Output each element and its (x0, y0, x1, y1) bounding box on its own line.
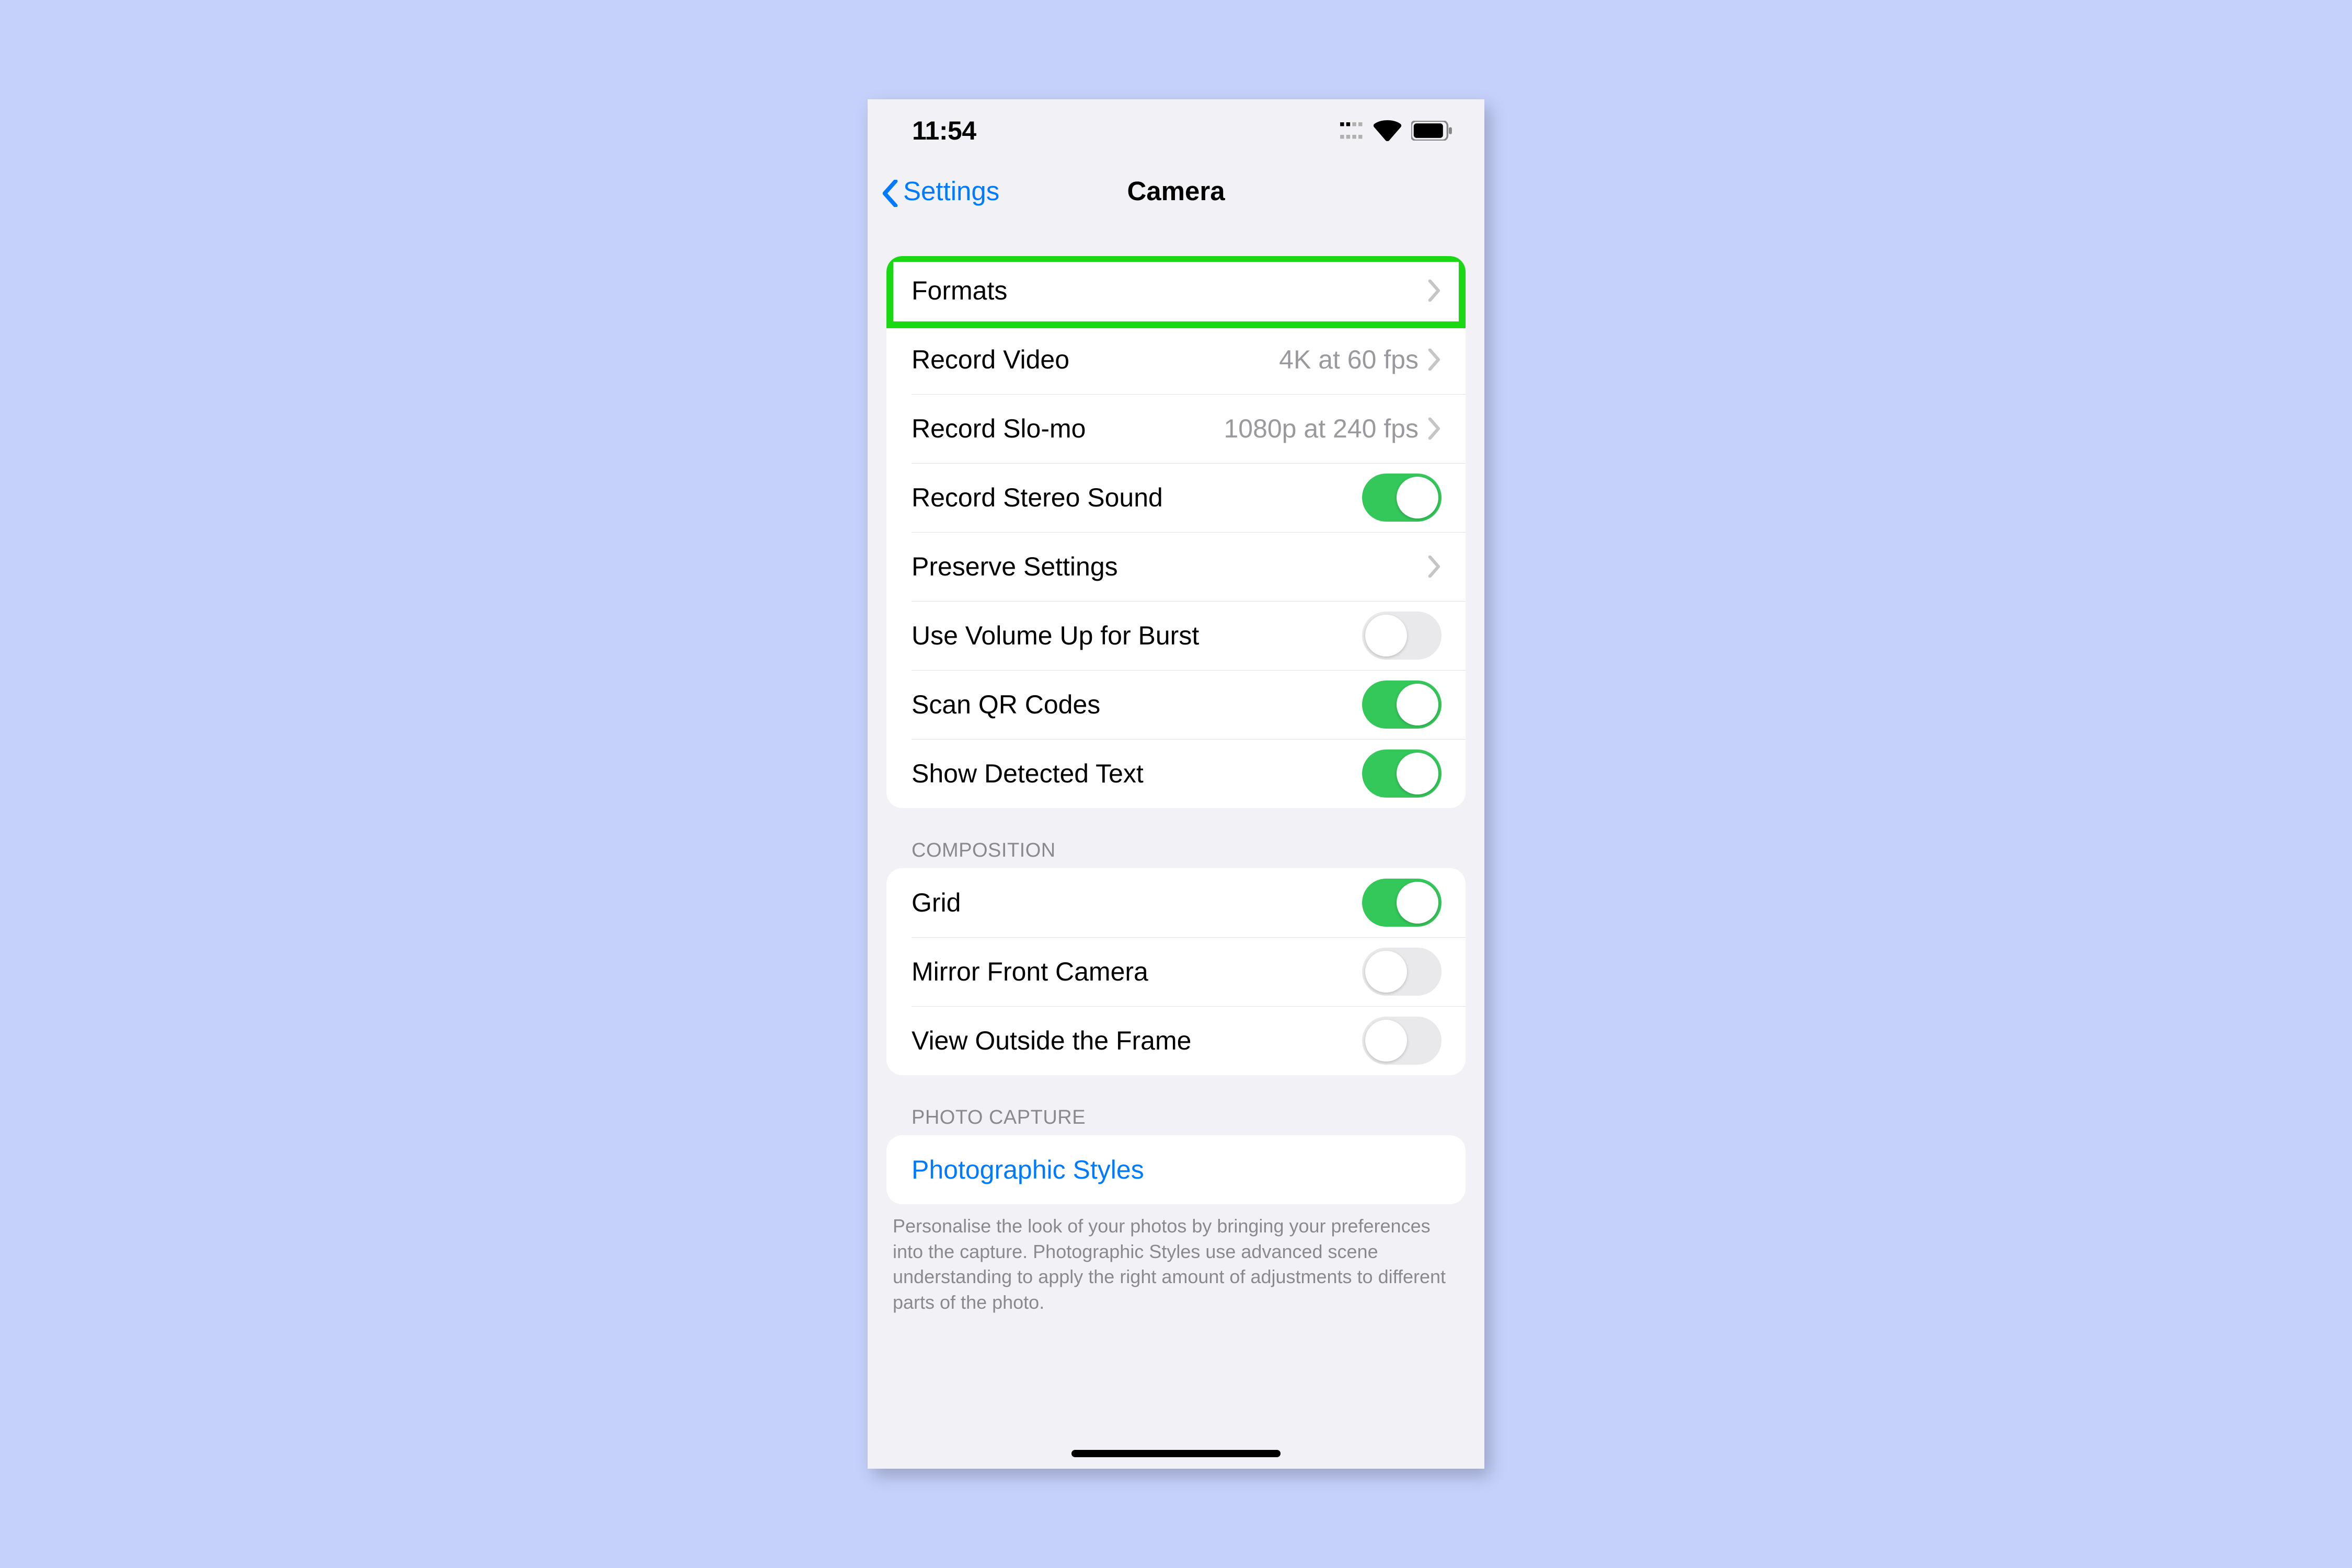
row-view-outside-the-frame: View Outside the Frame (886, 1006, 1466, 1075)
row-label: Grid (912, 887, 1362, 918)
back-label: Settings (903, 176, 999, 206)
phone-screen: 11:54 ▪▪▪▪▪▪▪▪ Settings Camera Formats (868, 99, 1484, 1469)
row-label: Scan QR Codes (912, 689, 1362, 720)
nav-bar: Settings Camera (868, 162, 1484, 220)
toggle-show-detected-text[interactable] (1362, 750, 1442, 798)
status-time: 11:54 (912, 116, 976, 146)
row-formats[interactable]: Formats (886, 256, 1466, 325)
row-show-detected-text: Show Detected Text (886, 739, 1466, 808)
toggle-view-outside-frame[interactable] (1362, 1017, 1442, 1065)
group-camera-main: Formats Record Video 4K at 60 fps Record… (886, 256, 1466, 808)
row-photographic-styles[interactable]: Photographic Styles (886, 1135, 1466, 1204)
row-label: Record Slo-mo (912, 413, 1224, 444)
toggle-scan-qr-codes[interactable] (1362, 681, 1442, 729)
row-value: 1080p at 240 fps (1224, 413, 1419, 444)
group-footer-photo-capture: Personalise the look of your photos by b… (893, 1214, 1459, 1315)
cellular-dual-sim-icon: ▪▪▪▪▪▪▪▪ (1339, 118, 1364, 143)
row-use-volume-up-for-burst: Use Volume Up for Burst (886, 601, 1466, 670)
status-bar: 11:54 ▪▪▪▪▪▪▪▪ (868, 99, 1484, 162)
battery-icon (1411, 121, 1453, 141)
toggle-volume-burst[interactable] (1362, 612, 1442, 660)
toggle-grid[interactable] (1362, 879, 1442, 927)
wifi-icon (1373, 120, 1402, 141)
back-button[interactable]: Settings (879, 176, 999, 206)
group-photo-capture: Photographic Styles (886, 1135, 1466, 1204)
row-record-slo-mo[interactable]: Record Slo-mo 1080p at 240 fps (886, 394, 1466, 463)
row-label: Record Video (912, 344, 1279, 375)
row-label: Show Detected Text (912, 758, 1362, 789)
chevron-right-icon (1428, 280, 1442, 302)
chevron-right-icon (1428, 418, 1442, 440)
group-header-photo-capture: PHOTO CAPTURE (912, 1106, 1466, 1129)
chevron-right-icon (1428, 349, 1442, 371)
row-label: Mirror Front Camera (912, 956, 1362, 987)
status-icons: ▪▪▪▪▪▪▪▪ (1339, 118, 1453, 143)
toggle-mirror-front-camera[interactable] (1362, 948, 1442, 996)
row-record-stereo-sound: Record Stereo Sound (886, 463, 1466, 532)
chevron-left-icon (879, 180, 901, 202)
row-label: Record Stereo Sound (912, 482, 1362, 513)
row-preserve-settings[interactable]: Preserve Settings (886, 532, 1466, 601)
row-label: Preserve Settings (912, 551, 1428, 582)
row-label-link: Photographic Styles (912, 1155, 1442, 1185)
row-label: View Outside the Frame (912, 1025, 1362, 1056)
chevron-right-icon (1428, 556, 1442, 578)
page-title: Camera (1127, 176, 1225, 206)
home-indicator[interactable] (1071, 1450, 1281, 1457)
group-header-composition: COMPOSITION (912, 839, 1466, 862)
row-scan-qr-codes: Scan QR Codes (886, 670, 1466, 739)
row-grid: Grid (886, 868, 1466, 937)
row-label: Formats (912, 275, 1428, 306)
row-record-video[interactable]: Record Video 4K at 60 fps (886, 325, 1466, 394)
group-composition: Grid Mirror Front Camera View Outside th… (886, 868, 1466, 1075)
toggle-record-stereo-sound[interactable] (1362, 474, 1442, 522)
row-label: Use Volume Up for Burst (912, 620, 1362, 651)
row-mirror-front-camera: Mirror Front Camera (886, 937, 1466, 1006)
row-value: 4K at 60 fps (1279, 344, 1419, 375)
